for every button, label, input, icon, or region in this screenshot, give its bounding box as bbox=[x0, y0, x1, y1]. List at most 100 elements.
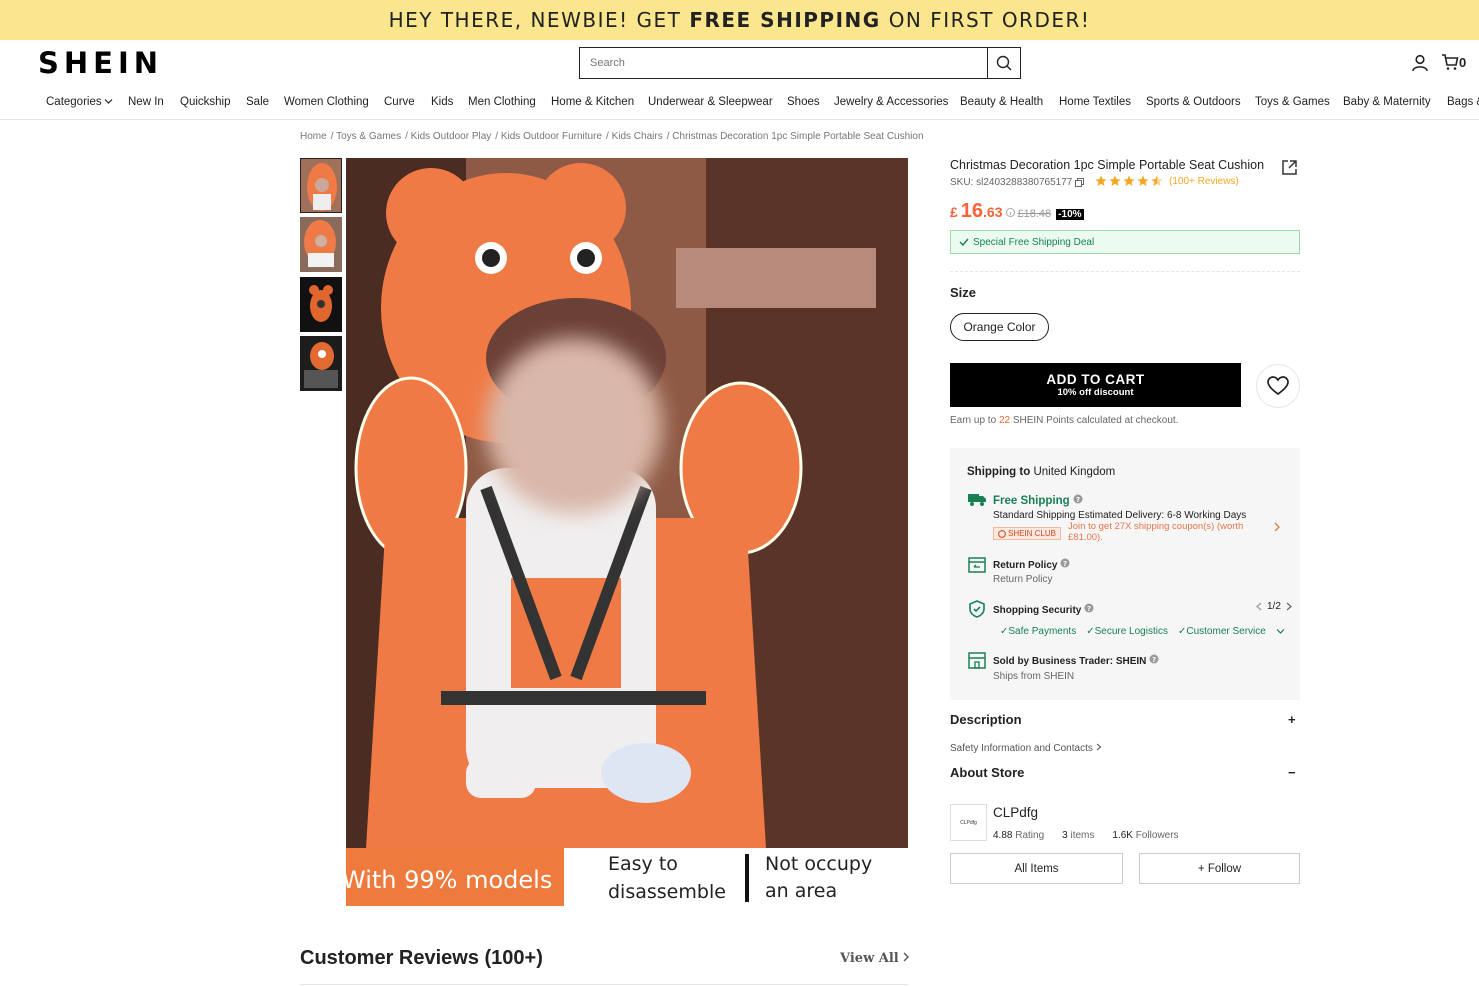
security-item-label: Secure Logistics bbox=[1094, 626, 1168, 637]
shipping-to[interactable]: Shipping to United Kingdom bbox=[967, 466, 1115, 478]
nav-kids[interactable]: Kids bbox=[431, 96, 453, 108]
shield-icon bbox=[969, 600, 985, 618]
sku-text: SKU: sl2403288380765177 bbox=[950, 177, 1073, 188]
chevron-left-icon[interactable] bbox=[1256, 602, 1262, 611]
store-logo[interactable]: CLPdfg bbox=[950, 804, 987, 841]
chevron-right-icon[interactable] bbox=[1274, 522, 1281, 532]
breadcrumb-outdoor-furniture[interactable]: Kids Outdoor Furniture bbox=[495, 131, 602, 142]
breadcrumb-current: Christmas Decoration 1pc Simple Portable… bbox=[667, 131, 924, 142]
nav-curve[interactable]: Curve bbox=[384, 96, 415, 108]
help-icon[interactable]: ? bbox=[1073, 494, 1083, 504]
thumbnail-4[interactable] bbox=[300, 336, 342, 391]
seller-title-text: Sold by Business Trader: SHEIN bbox=[993, 656, 1147, 667]
shopping-security-title: Shopping Security ? bbox=[993, 603, 1094, 616]
thumbnail-3[interactable] bbox=[300, 277, 342, 332]
wishlist-button[interactable] bbox=[1256, 364, 1300, 408]
chevron-down-icon[interactable] bbox=[1276, 628, 1285, 635]
store-rating: 4.88 Rating bbox=[993, 830, 1044, 841]
size-label: Size bbox=[950, 285, 977, 300]
store-items: 3 items bbox=[1062, 830, 1094, 841]
security-pager-text: 1/2 bbox=[1267, 601, 1281, 612]
view-all-reviews-link[interactable]: View All bbox=[840, 951, 910, 966]
follow-button[interactable]: + Follow bbox=[1139, 853, 1300, 884]
nav-label: Categories bbox=[46, 96, 102, 108]
about-store-toggle[interactable]: − bbox=[1288, 765, 1296, 780]
product-title: Christmas Decoration 1pc Simple Portable… bbox=[950, 158, 1265, 172]
breadcrumb-kids-chairs[interactable]: Kids Chairs bbox=[606, 131, 663, 142]
svg-text:?: ? bbox=[1152, 656, 1156, 664]
thumbnail-1[interactable] bbox=[300, 158, 342, 213]
nav-shoes[interactable]: Shoes bbox=[787, 96, 820, 108]
nav-men-clothing[interactable]: Men Clothing bbox=[468, 96, 536, 108]
add-to-cart-button[interactable]: ADD TO CART 10% off discount bbox=[950, 363, 1241, 407]
description-toggle[interactable]: + bbox=[1288, 712, 1296, 727]
club-offer-line2: £81.00). bbox=[1068, 532, 1103, 543]
shipping-deal-banner: Special Free Shipping Deal bbox=[950, 230, 1300, 254]
overlay-text-mid2: disassemble bbox=[608, 881, 726, 903]
thumbnail-2[interactable] bbox=[300, 217, 342, 272]
search-icon bbox=[996, 55, 1012, 71]
price-block: £16.63 £18.48 -10% bbox=[950, 200, 1084, 223]
breadcrumb-home[interactable]: Home bbox=[300, 131, 327, 142]
nav-home-textiles[interactable]: Home Textiles bbox=[1059, 96, 1131, 108]
nav-women-clothing[interactable]: Women Clothing bbox=[284, 96, 369, 108]
main-product-image[interactable]: With 99% models Easy to disassemble Not … bbox=[346, 158, 908, 906]
info-icon[interactable] bbox=[1005, 208, 1015, 217]
return-policy-sub: Return Policy bbox=[993, 574, 1053, 585]
breadcrumb-toys[interactable]: Toys & Games bbox=[331, 131, 401, 142]
nav-underwear[interactable]: Underwear & Sleepwear bbox=[648, 96, 773, 108]
chevron-down-icon bbox=[104, 99, 113, 104]
svg-text:?: ? bbox=[1063, 560, 1067, 568]
nav-jewelry[interactable]: Jewelry & Accessories bbox=[834, 96, 948, 108]
store-followers-value: 1.6K bbox=[1112, 830, 1133, 841]
shein-club-badge[interactable]: SHEIN CLUB bbox=[993, 527, 1062, 540]
overlay-text-left: With 99% models bbox=[346, 866, 552, 894]
nav-home-kitchen[interactable]: Home & Kitchen bbox=[551, 96, 634, 108]
description-title[interactable]: Description bbox=[950, 712, 1022, 727]
cart-button[interactable]: 0 bbox=[1441, 53, 1466, 71]
cart-icon bbox=[1442, 54, 1459, 70]
safety-info-link[interactable]: Safety Information and Contacts bbox=[950, 743, 1102, 754]
search-button[interactable] bbox=[987, 48, 1020, 78]
club-badge-text: SHEIN CLUB bbox=[1008, 529, 1057, 538]
breadcrumb: Home Toys & Games Kids Outdoor Play Kids Ou… bbox=[300, 131, 928, 142]
club-offer[interactable]: Join to get 27X shipping coupon(s) (wort… bbox=[1068, 521, 1243, 543]
nav-categories[interactable]: Categories bbox=[46, 96, 113, 108]
return-policy-title[interactable]: Return Policy ? bbox=[993, 558, 1070, 571]
svg-text:?: ? bbox=[1076, 496, 1080, 504]
help-icon[interactable]: ? bbox=[1149, 654, 1159, 664]
nav-quickship[interactable]: Quickship bbox=[180, 96, 231, 108]
nav-baby[interactable]: Baby & Maternity bbox=[1343, 96, 1431, 108]
help-icon[interactable]: ? bbox=[1084, 603, 1094, 613]
chevron-right-icon[interactable] bbox=[1286, 602, 1292, 611]
shein-logo[interactable]: SHEIN bbox=[38, 46, 163, 80]
nav-bags[interactable]: Bags & bbox=[1447, 96, 1479, 108]
security-item: ✓Safe Payments bbox=[1000, 626, 1077, 637]
rating-stars[interactable]: (100+ Reviews) bbox=[1095, 175, 1239, 187]
store-followers: 1.6K Followers bbox=[1112, 830, 1178, 841]
account-icon[interactable] bbox=[1411, 54, 1429, 77]
star-icon bbox=[1137, 175, 1149, 186]
nav-sale[interactable]: Sale bbox=[246, 96, 269, 108]
copy-icon[interactable] bbox=[1075, 178, 1085, 187]
store-name[interactable]: CLPdfg bbox=[993, 805, 1038, 820]
about-store-title[interactable]: About Store bbox=[950, 765, 1024, 780]
nav-new-in[interactable]: New In bbox=[128, 96, 164, 108]
nav-beauty[interactable]: Beauty & Health bbox=[960, 96, 1043, 108]
all-items-button[interactable]: All Items bbox=[950, 853, 1123, 884]
store-items-label: items bbox=[1070, 830, 1095, 841]
security-item-label: Customer Service bbox=[1186, 626, 1266, 637]
search-input[interactable] bbox=[580, 48, 987, 78]
size-option-button[interactable]: Orange Color bbox=[950, 313, 1049, 341]
nav-sports[interactable]: Sports & Outdoors bbox=[1146, 96, 1241, 108]
share-icon[interactable] bbox=[1281, 159, 1298, 181]
seller-title: Sold by Business Trader: SHEIN ? bbox=[993, 654, 1159, 667]
breadcrumb-outdoor-play[interactable]: Kids Outdoor Play bbox=[405, 131, 491, 142]
promo-banner[interactable]: HEY THERE, NEWBIE! GET FREE SHIPPING ON … bbox=[0, 0, 1479, 40]
nav-toys[interactable]: Toys & Games bbox=[1255, 96, 1330, 108]
reviews-link[interactable]: (100+ Reviews) bbox=[1169, 176, 1239, 187]
club-offer-line1: Join to get 27X shipping coupon(s) (wort… bbox=[1068, 521, 1244, 532]
points-pre: Earn up to bbox=[950, 415, 997, 426]
check-icon bbox=[959, 238, 969, 247]
help-icon[interactable]: ? bbox=[1060, 558, 1070, 568]
